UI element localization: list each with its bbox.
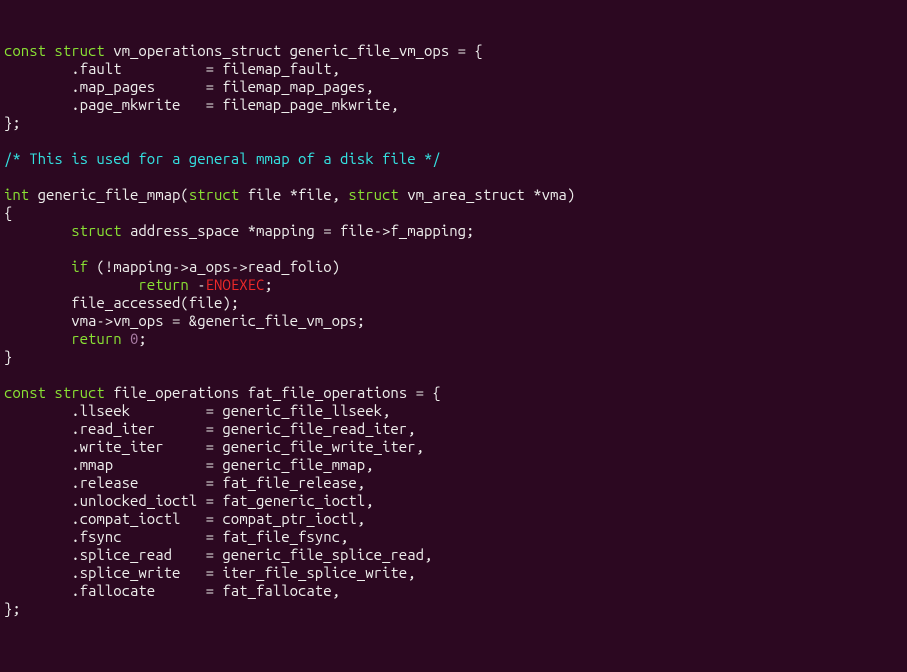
- code-text: vm_area_struct *vma): [399, 186, 575, 203]
- keyword-return: return: [71, 330, 121, 347]
- keyword-int: int: [4, 186, 29, 203]
- indent: [4, 222, 71, 239]
- code-line: .llseek = generic_file_llseek,: [4, 402, 390, 419]
- code-line: return -ENOEXEC;: [4, 276, 273, 293]
- code-line: .release = fat_file_release,: [4, 474, 365, 491]
- code-line: .fsync = fat_file_fsync,: [4, 528, 348, 545]
- code-text: vm_operations_struct generic_file_vm_ops…: [105, 42, 483, 59]
- code-line: if (!mapping->a_ops->read_folio): [4, 258, 340, 275]
- code-text: (!mapping->a_ops->read_folio): [88, 258, 340, 275]
- code-editor[interactable]: const struct vm_operations_struct generi…: [4, 42, 903, 618]
- code-line: .mmap = generic_file_mmap,: [4, 456, 374, 473]
- code-line: struct address_space *mapping = file->f_…: [4, 222, 474, 239]
- code-line: };: [4, 600, 21, 617]
- error-const: ENOEXEC: [206, 276, 265, 293]
- keyword-const: const: [4, 42, 46, 59]
- code-line: }: [4, 348, 12, 365]
- keyword-struct: struct: [189, 186, 239, 203]
- code-line: .unlocked_ioctl = fat_generic_ioctl,: [4, 492, 374, 509]
- code-line: {: [4, 204, 12, 221]
- code-line: .read_iter = generic_file_read_iter,: [4, 420, 416, 437]
- code-line: file_accessed(file);: [4, 294, 239, 311]
- code-line: vma->vm_ops = &generic_file_vm_ops;: [4, 312, 365, 329]
- keyword-struct: struct: [348, 186, 398, 203]
- code-line: const struct file_operations fat_file_op…: [4, 384, 441, 401]
- code-line: .fallocate = fat_fallocate,: [4, 582, 340, 599]
- code-line: .compat_ioctl = compat_ptr_ioctl,: [4, 510, 365, 527]
- comment: /* This is used for a general mmap of a …: [4, 150, 441, 167]
- code-line: int generic_file_mmap(struct file *file,…: [4, 186, 575, 203]
- code-line: .splice_write = iter_file_splice_write,: [4, 564, 416, 581]
- code-line: .map_pages = filemap_map_pages,: [4, 78, 374, 95]
- code-text: ;: [138, 330, 146, 347]
- code-text: ;: [264, 276, 272, 293]
- code-text: file_operations fat_file_operations = {: [105, 384, 441, 401]
- keyword-if: if: [71, 258, 88, 275]
- code-line: const struct vm_operations_struct generi…: [4, 42, 483, 59]
- keyword-struct: struct: [54, 384, 104, 401]
- keyword-const: const: [4, 384, 46, 401]
- code-line: };: [4, 114, 21, 131]
- code-line: .page_mkwrite = filemap_page_mkwrite,: [4, 96, 399, 113]
- code-line: .write_iter = generic_file_write_iter,: [4, 438, 424, 455]
- code-line: .fault = filemap_fault,: [4, 60, 340, 77]
- indent: [4, 330, 71, 347]
- code-text: [122, 330, 130, 347]
- keyword-struct: struct: [71, 222, 121, 239]
- keyword-return: return: [138, 276, 188, 293]
- code-text: generic_file_mmap(: [29, 186, 189, 203]
- code-text: address_space *mapping = file->f_mapping…: [122, 222, 475, 239]
- indent: [4, 276, 138, 293]
- code-line: .splice_read = generic_file_splice_read,: [4, 546, 432, 563]
- code-line: return 0;: [4, 330, 147, 347]
- keyword-struct: struct: [54, 42, 104, 59]
- code-text: -: [189, 276, 206, 293]
- indent: [4, 258, 71, 275]
- code-text: file *file,: [239, 186, 348, 203]
